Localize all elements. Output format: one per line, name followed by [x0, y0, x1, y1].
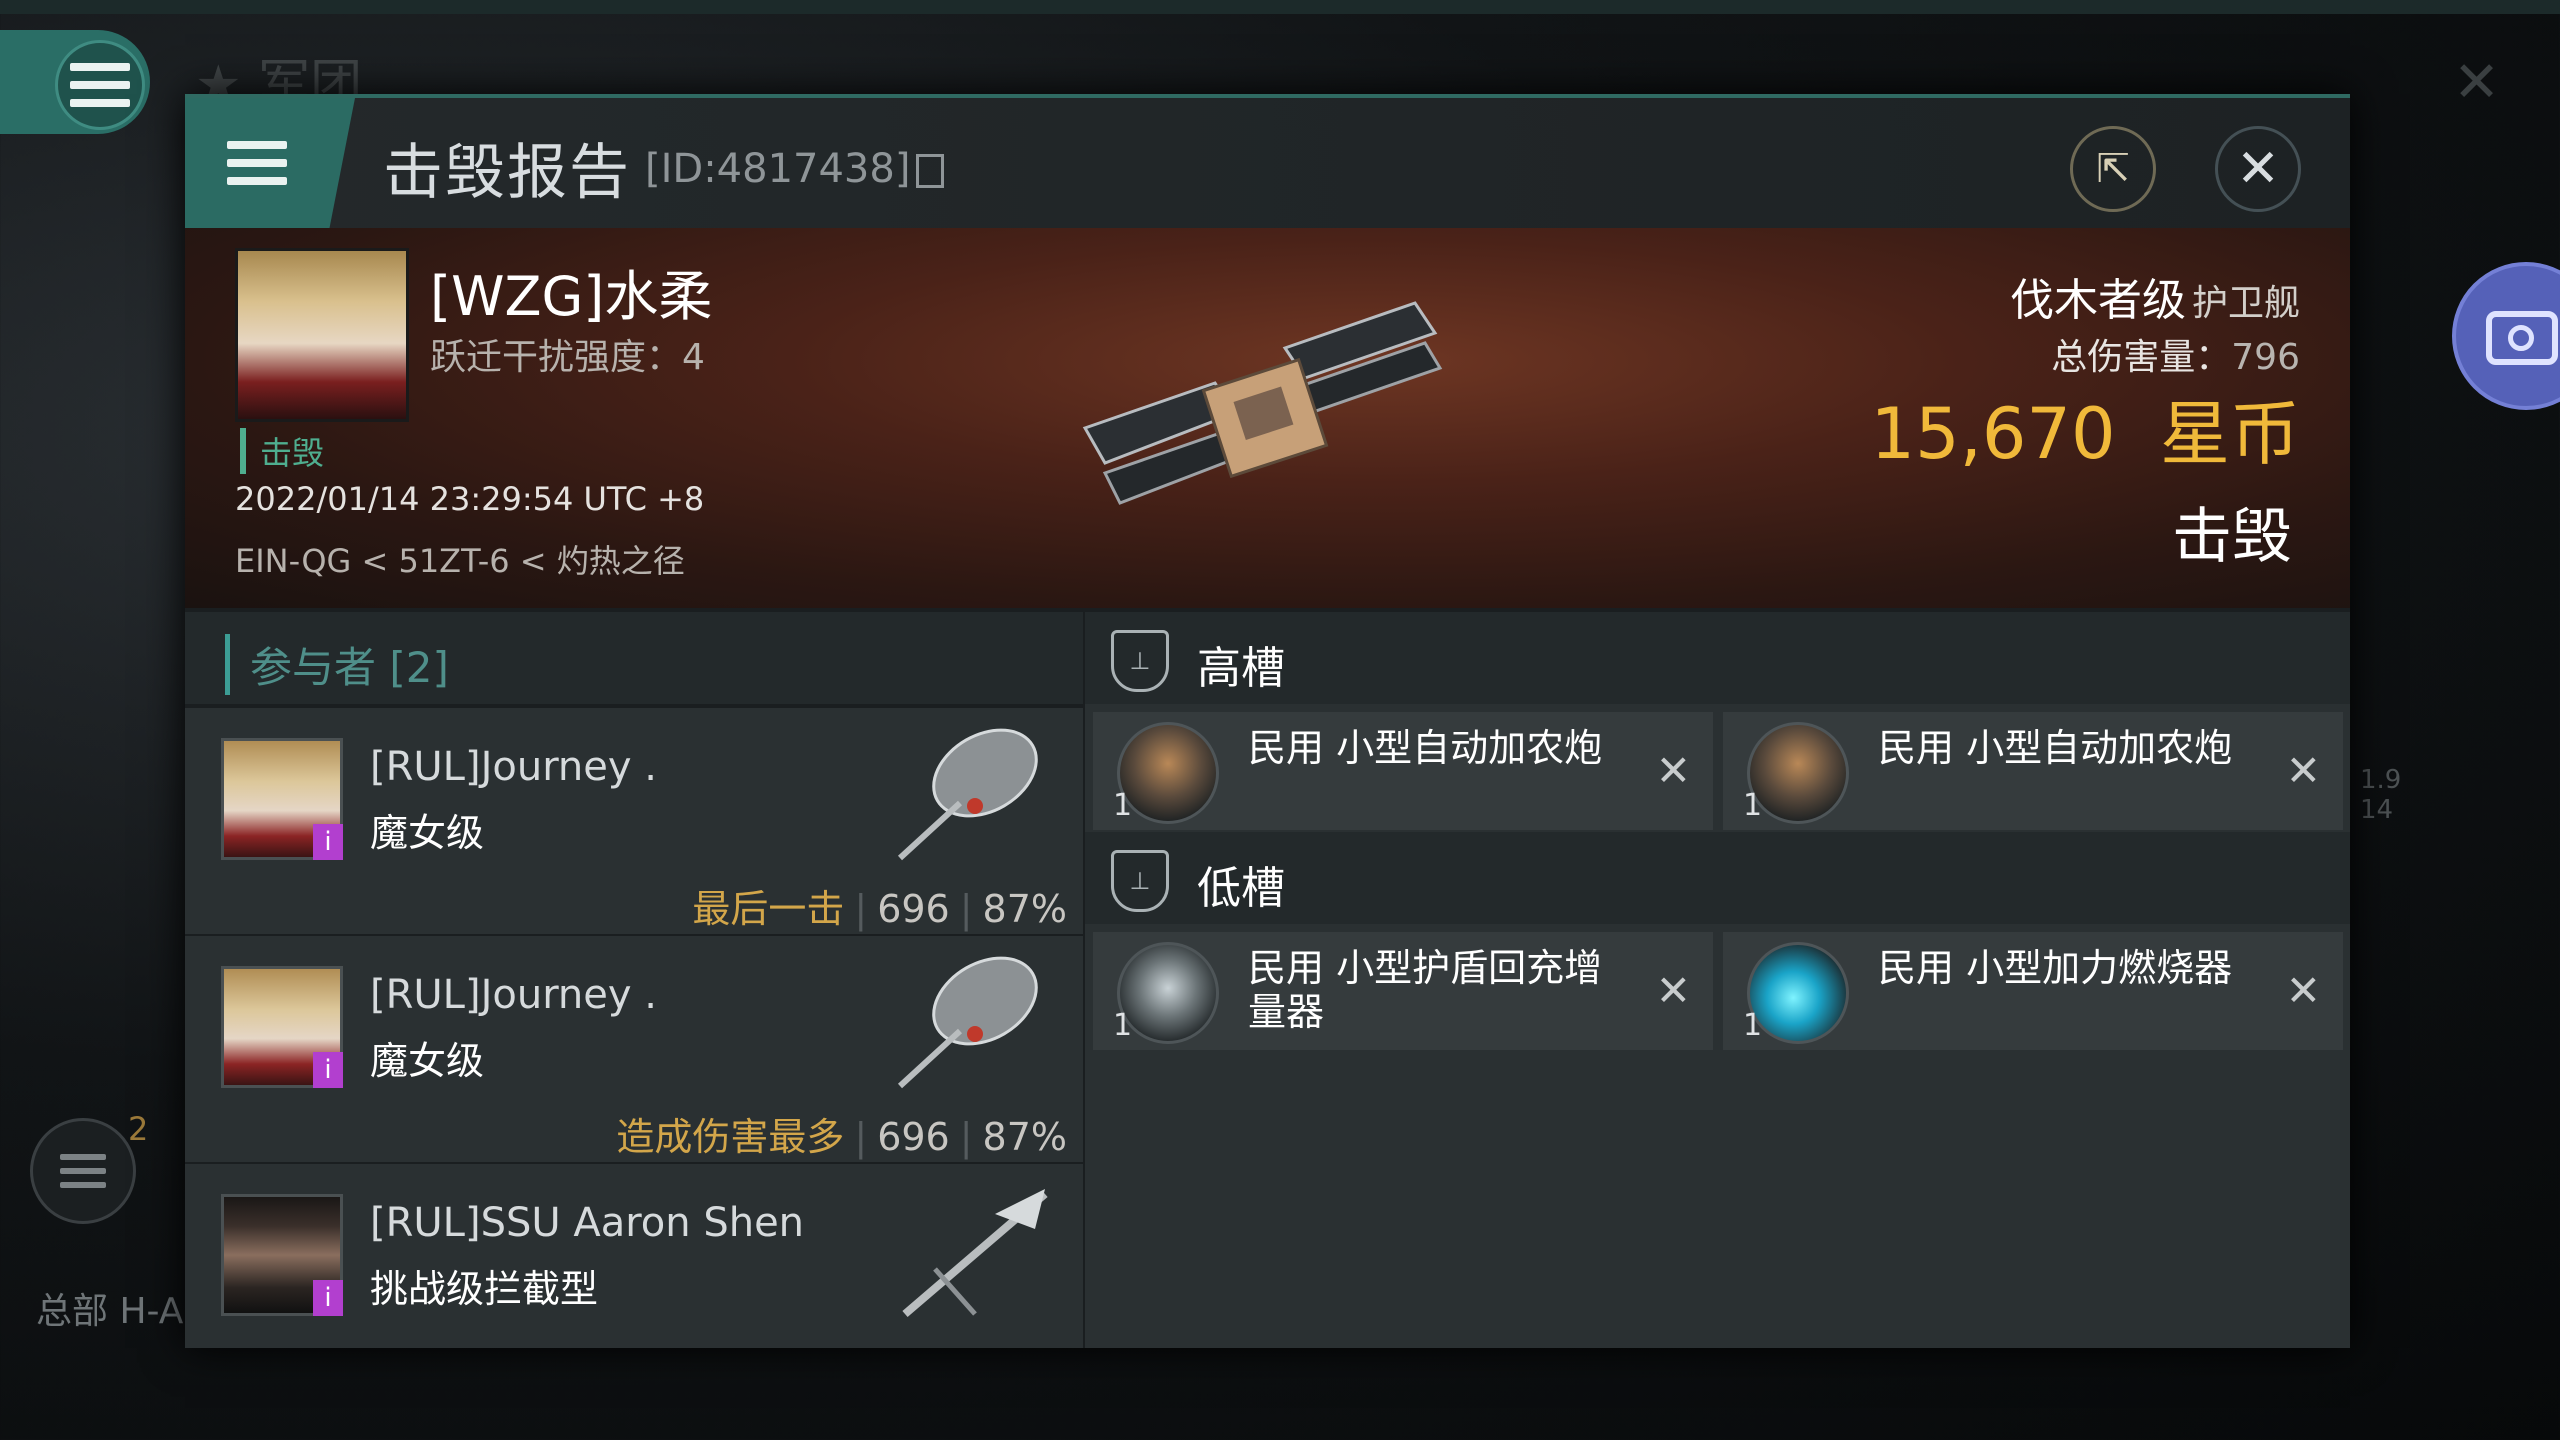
- destroyed-mark-icon: ✕: [2285, 966, 2321, 1015]
- participant-ship: 挑战级拦截型: [370, 1267, 599, 1311]
- victim-ship-class[interactable]: 伐木者级 护卫舰: [2010, 264, 2300, 328]
- victim-banner: [WZG]水柔 跃迁干扰强度：4 击毁 2022/01/14 23:29:54 …: [185, 228, 2350, 608]
- victim-ship-name: 伐木者级: [2009, 275, 2186, 326]
- participant-ship-icon: [897, 728, 1038, 861]
- participant-ship-icon: [897, 956, 1038, 1089]
- background-hq-text: 总部 H-AI: [36, 1291, 194, 1332]
- kill-result: 击毁: [2172, 502, 2292, 572]
- background-side-numbers: 1.9 14: [2360, 765, 2402, 825]
- menu-icon: [227, 141, 287, 185]
- top-edge: [0, 0, 2560, 14]
- fitting-panel: ⊥ 高槽 1 民用 小型自动加农炮 ✕ 1 民用 小型自动加农炮 ✕ ⊥ 低槽 …: [1085, 612, 2350, 1348]
- participant-portrait[interactable]: i: [221, 966, 343, 1088]
- kill-location[interactable]: EIN-QG < 51ZT-6 < 灼热之径: [235, 536, 685, 582]
- item-name: 民用 小型加力燃烧器: [1878, 946, 2233, 990]
- participants-title: 参与者 [2]: [225, 634, 449, 695]
- info-badge-icon: i: [313, 1280, 343, 1316]
- isk-value: 15,670 星币: [1871, 378, 2300, 479]
- camera-icon: [2486, 311, 2558, 365]
- isk-unit: 星币: [2160, 393, 2300, 475]
- close-button[interactable]: ✕: [2215, 126, 2301, 212]
- item-name: 民用 小型自动加农炮: [1878, 726, 2233, 770]
- total-damage-label: 总伤害量：: [2051, 337, 2232, 378]
- destroyed-mark-icon: ✕: [2285, 746, 2321, 795]
- participant-damage: 696: [877, 1115, 950, 1159]
- victim-ship-image: [1082, 301, 1443, 505]
- total-damage-value: 796: [2231, 337, 2300, 378]
- participant-portrait[interactable]: i: [221, 1194, 343, 1316]
- fitting-item[interactable]: 1 民用 小型自动加农炮 ✕: [1093, 712, 1713, 830]
- warp-disruption-strength: 跃迁干扰强度：4: [430, 337, 705, 378]
- low-slot-icon: ⊥: [1111, 850, 1169, 912]
- main-menu-icon: [55, 40, 145, 130]
- victim-name[interactable]: [WZG]水柔: [430, 252, 712, 331]
- participant-name: [RUL]Journey .: [370, 972, 657, 1018]
- panel-menu-button[interactable]: [185, 98, 355, 228]
- copy-icon[interactable]: [916, 154, 945, 188]
- low-slot-header: ⊥ 低槽: [1085, 832, 2350, 924]
- autocannon-icon: [1117, 722, 1219, 824]
- high-slot-icon: ⊥: [1111, 630, 1169, 692]
- participant-percent: 87%: [982, 1115, 1067, 1159]
- main-menu-button[interactable]: [0, 30, 150, 134]
- status-badge: 击毁: [240, 428, 324, 474]
- kill-report-panel: 击毁报告 [ID:4817438] ⇱ ✕ [WZG]水柔 跃迁干扰强度：4 击…: [185, 94, 2350, 1348]
- share-icon: ⇱: [2096, 146, 2130, 192]
- item-quantity: 1: [1113, 788, 1133, 823]
- participant-row[interactable]: i [RUL]Journey . 魔女级 最后一击 | 696 | 87%: [185, 706, 1083, 934]
- isk-amount: 15,670: [1870, 393, 2116, 475]
- participant-stats: 最后一击 | 696 | 87%: [692, 887, 1067, 931]
- shield-recharger-icon: [1117, 942, 1219, 1044]
- participant-percent: 87%: [982, 887, 1067, 931]
- share-button[interactable]: ⇱: [2070, 126, 2156, 212]
- total-damage: 总伤害量：796: [2051, 328, 2300, 380]
- participant-damage: 696: [877, 887, 950, 931]
- background-list-button[interactable]: [30, 1118, 136, 1224]
- page-title: 击毁报告: [383, 138, 631, 208]
- participant-tag: 造成伤害最多: [616, 1115, 845, 1159]
- report-id: [ID:4817438]: [645, 146, 945, 192]
- close-icon: ✕: [2236, 139, 2280, 199]
- participant-ship: 魔女级: [370, 811, 485, 855]
- item-quantity: 1: [1113, 1008, 1133, 1043]
- kill-timestamp: 2022/01/14 23:29:54 UTC +8: [235, 480, 705, 518]
- participant-ship: 魔女级: [370, 1039, 485, 1083]
- victim-ship-type: 护卫舰: [2191, 283, 2300, 324]
- low-slot-label: 低槽: [1197, 863, 1285, 914]
- afterburner-icon: [1747, 942, 1849, 1044]
- background-badge-count: 2: [128, 1110, 149, 1148]
- participants-header: 参与者 [2]: [185, 612, 1083, 704]
- participant-tag: 最后一击: [692, 887, 845, 931]
- panel-header: 击毁报告 [ID:4817438] ⇱ ✕: [185, 98, 2350, 228]
- participant-portrait[interactable]: i: [221, 738, 343, 860]
- report-id-text: [ID:4817438]: [645, 146, 911, 192]
- autocannon-icon: [1747, 722, 1849, 824]
- destroyed-mark-icon: ✕: [1655, 746, 1691, 795]
- item-quantity: 1: [1743, 1008, 1763, 1043]
- destroyed-mark-icon: ✕: [1655, 966, 1691, 1015]
- camera-button[interactable]: [2452, 262, 2560, 410]
- info-badge-icon: i: [313, 824, 343, 860]
- info-badge-icon: i: [313, 1052, 343, 1088]
- participant-row[interactable]: i [RUL]SSU Aaron Shen 挑战级拦截型: [185, 1162, 1083, 1348]
- participant-stats: 造成伤害最多 | 696 | 87%: [616, 1115, 1067, 1159]
- fitting-item[interactable]: 1 民用 小型自动加农炮 ✕: [1723, 712, 2343, 830]
- participant-name: [RUL]Journey .: [370, 744, 657, 790]
- participant-name: [RUL]SSU Aaron Shen: [370, 1200, 805, 1246]
- participant-row[interactable]: i [RUL]Journey . 魔女级 造成伤害最多 | 696 | 87%: [185, 934, 1083, 1162]
- victim-portrait[interactable]: [235, 248, 409, 422]
- item-name: 民用 小型自动加农炮: [1248, 726, 1603, 770]
- participant-ship-icon: [902, 1189, 1048, 1318]
- high-slot-label: 高槽: [1197, 643, 1285, 694]
- fitting-item[interactable]: 1 民用 小型加力燃烧器 ✕: [1723, 932, 2343, 1050]
- high-slot-header: ⊥ 高槽: [1085, 612, 2350, 704]
- item-name: 民用 小型护盾回充增量器: [1248, 946, 1603, 1034]
- background-close-icon[interactable]: ✕: [2453, 50, 2500, 115]
- item-quantity: 1: [1743, 788, 1763, 823]
- fitting-item[interactable]: 1 民用 小型护盾回充增量器 ✕: [1093, 932, 1713, 1050]
